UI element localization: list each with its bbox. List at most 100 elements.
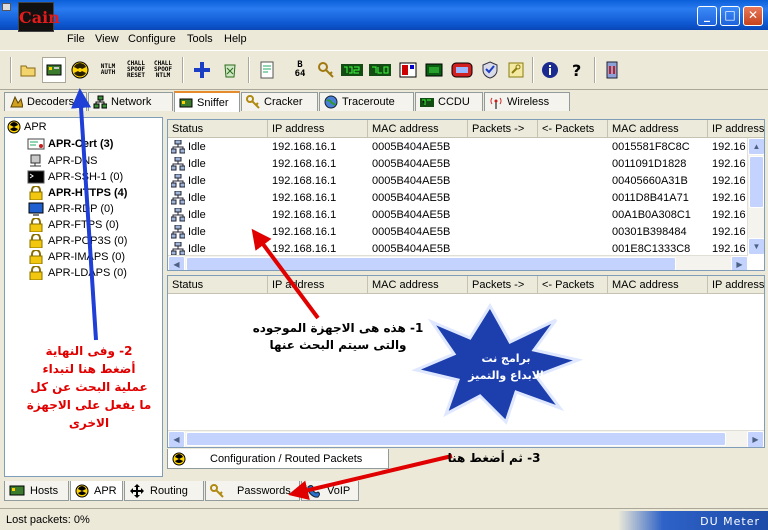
table-row[interactable]: Idle 192.168.16.1 0005B404AE5B 00A1B0A308C1… <box>168 207 748 224</box>
scroll-thumb[interactable] <box>749 156 764 208</box>
base64-button[interactable]: B 64 <box>288 57 312 83</box>
cell-text: 192.16 <box>712 226 746 238</box>
column-header-ip-address[interactable]: IP address <box>268 120 368 138</box>
column-header-status[interactable]: Status <box>168 120 268 138</box>
chall-spoof-ntlm-button[interactable]: CHALL SPOOF NTLM <box>151 57 175 83</box>
tab-wireless[interactable]: Wireless <box>484 92 570 111</box>
column-header-mac-address-2[interactable]: MAC address <box>608 120 708 138</box>
tree-item-apr-ssh[interactable]: APR-SSH-1 (0) <box>27 169 123 185</box>
sid-button[interactable] <box>478 57 502 83</box>
system-menu-icon[interactable] <box>2 3 11 11</box>
column-header-packets-out[interactable]: Packets -> <box>468 120 538 138</box>
tab-cracker[interactable]: Cracker <box>241 92 318 111</box>
cell-ip-address: 192.168.16.1 <box>268 190 368 207</box>
test-password-button[interactable] <box>255 57 279 83</box>
lcd-display-icon <box>369 64 391 76</box>
help-button[interactable]: ? <box>565 57 589 83</box>
scroll-thumb[interactable] <box>186 257 676 270</box>
scroll-down-icon[interactable]: ▼ <box>748 238 764 255</box>
tab-traceroute[interactable]: Traceroute <box>319 92 414 111</box>
start-apr-button[interactable] <box>68 57 92 83</box>
tab-configuration-routed-packets[interactable]: Configuration / Routed Packets <box>167 449 389 469</box>
column-header-ip-address-2[interactable]: IP address <box>708 120 764 138</box>
vertical-scrollbar[interactable]: ▲ ▼ <box>747 138 764 255</box>
router-icon <box>451 62 473 78</box>
start-sniffer-button[interactable] <box>42 57 66 83</box>
tab-ccdu[interactable]: CCDU <box>415 92 483 111</box>
menu-view[interactable]: View <box>95 33 119 45</box>
menu-help[interactable]: Help <box>224 33 247 45</box>
tab-hosts[interactable]: Hosts <box>4 481 69 501</box>
wep-cracker-button[interactable] <box>368 57 392 83</box>
table-row[interactable]: Idle 192.168.16.1 0005B404AE5B 0011091D1828… <box>168 156 748 173</box>
maximize-button[interactable]: □ <box>720 6 740 26</box>
tab-decoders[interactable]: Decoders <box>4 92 87 111</box>
exit-button[interactable] <box>600 57 624 83</box>
column-header-mac-address-2[interactable]: MAC address <box>608 276 708 294</box>
main-tabs: Decoders Network Sniffer Cracker Tracero… <box>0 91 768 112</box>
hash-calculator-button[interactable] <box>340 57 364 83</box>
cell-text: 192.168.16.1 <box>272 243 337 255</box>
menu-tools[interactable]: Tools <box>187 33 213 45</box>
column-header-packets-out[interactable]: Packets -> <box>468 276 538 294</box>
scroll-left-icon[interactable]: ◀ <box>168 431 185 447</box>
router-button[interactable] <box>450 57 474 83</box>
rdp-button[interactable] <box>422 57 446 83</box>
tree-root-apr[interactable]: APR <box>7 119 47 135</box>
open-folder-button[interactable] <box>16 57 40 83</box>
scroll-right-icon[interactable]: ▶ <box>747 431 764 447</box>
scroll-right-icon[interactable]: ▶ <box>731 256 748 270</box>
close-button[interactable]: ✕ <box>743 6 763 26</box>
chall-spoof-reset-button[interactable]: CHALL SPOOF RESET <box>124 57 148 83</box>
tab-routing[interactable]: Routing <box>124 481 204 501</box>
table-row[interactable]: Idle 192.168.16.1 0005B404AE5B 0011D8B41A71… <box>168 190 748 207</box>
tree-item-apr-dns[interactable]: APR-DNS <box>27 153 98 169</box>
menu-configure[interactable]: Configure <box>128 33 176 45</box>
tree-item-apr-ldaps[interactable]: APR-LDAPS (0) <box>27 265 127 281</box>
tab-network[interactable]: Network <box>88 92 173 111</box>
tab-voip[interactable]: VoIP <box>301 481 359 501</box>
dump-button[interactable] <box>396 57 420 83</box>
tab-passwords[interactable]: Passwords <box>205 481 300 501</box>
tree-item-apr-rdp[interactable]: APR-RDP (0) <box>27 201 114 217</box>
about-button[interactable] <box>538 57 562 83</box>
toolbar-separator <box>594 57 596 83</box>
tree-item-apr-imaps[interactable]: APR-IMAPS (0) <box>27 249 125 265</box>
add-button[interactable] <box>190 57 214 83</box>
tree-item-apr-ftps[interactable]: APR-FTPS (0) <box>27 217 119 233</box>
tab-apr[interactable]: APR <box>70 481 123 501</box>
cell-mac-address: 0005B404AE5B <box>368 224 468 241</box>
cell-mac-address-2: 00301B398484 <box>608 224 708 241</box>
column-header-ip-address-2[interactable]: IP address <box>708 276 764 294</box>
column-header-status[interactable]: Status <box>168 276 268 294</box>
column-header-mac-address[interactable]: MAC address <box>368 276 468 294</box>
table-row[interactable]: Idle 192.168.16.1 0005B404AE5B 0015581F8C8C… <box>168 139 748 156</box>
column-header-packets-in[interactable]: <- Packets <box>538 276 608 294</box>
lsa-secrets-button[interactable] <box>504 57 528 83</box>
remove-button[interactable] <box>218 57 242 83</box>
annotation-note-2: 2- وفى النهاية أضغط هنا لتبداء عملية الب… <box>18 342 160 432</box>
title-bar: _ □ ✕ <box>0 0 768 30</box>
arp-poisoning-table[interactable]: Status IP address MAC address Packets ->… <box>167 119 765 271</box>
tree-item-apr-pop3s[interactable]: APR-POP3S (0) <box>27 233 127 249</box>
tree-item-apr-cert[interactable]: APR-Cert (3) <box>27 136 113 152</box>
column-header-ip-address[interactable]: IP address <box>268 276 368 294</box>
access-database-button[interactable] <box>314 57 338 83</box>
table-row[interactable]: Idle 192.168.16.1 0005B404AE5B 00405660A31B… <box>168 173 748 190</box>
column-header-packets-in[interactable]: <- Packets <box>538 120 608 138</box>
scroll-up-icon[interactable]: ▲ <box>748 138 764 155</box>
tree-item-apr-https[interactable]: APR-HTTPS (4) <box>27 185 127 201</box>
ntlm-auth-button[interactable]: NTLM AUTH <box>96 57 120 83</box>
tab-sniffer[interactable]: Sniffer <box>174 91 240 112</box>
minimize-button[interactable]: _ <box>697 6 717 26</box>
cell-packets-out <box>468 173 538 190</box>
scroll-left-icon[interactable]: ◀ <box>168 256 185 270</box>
horizontal-scrollbar[interactable]: ◀ ▶ <box>168 255 748 270</box>
menu-file[interactable]: File <box>67 33 85 45</box>
globe-icon <box>324 95 338 109</box>
horizontal-scrollbar[interactable]: ◀ ▶ <box>168 430 764 447</box>
column-header-mac-address[interactable]: MAC address <box>368 120 468 138</box>
monitor-icon <box>425 63 443 77</box>
table-row[interactable]: Idle 192.168.16.1 0005B404AE5B 00301B398484… <box>168 224 748 241</box>
scroll-thumb[interactable] <box>186 432 726 446</box>
